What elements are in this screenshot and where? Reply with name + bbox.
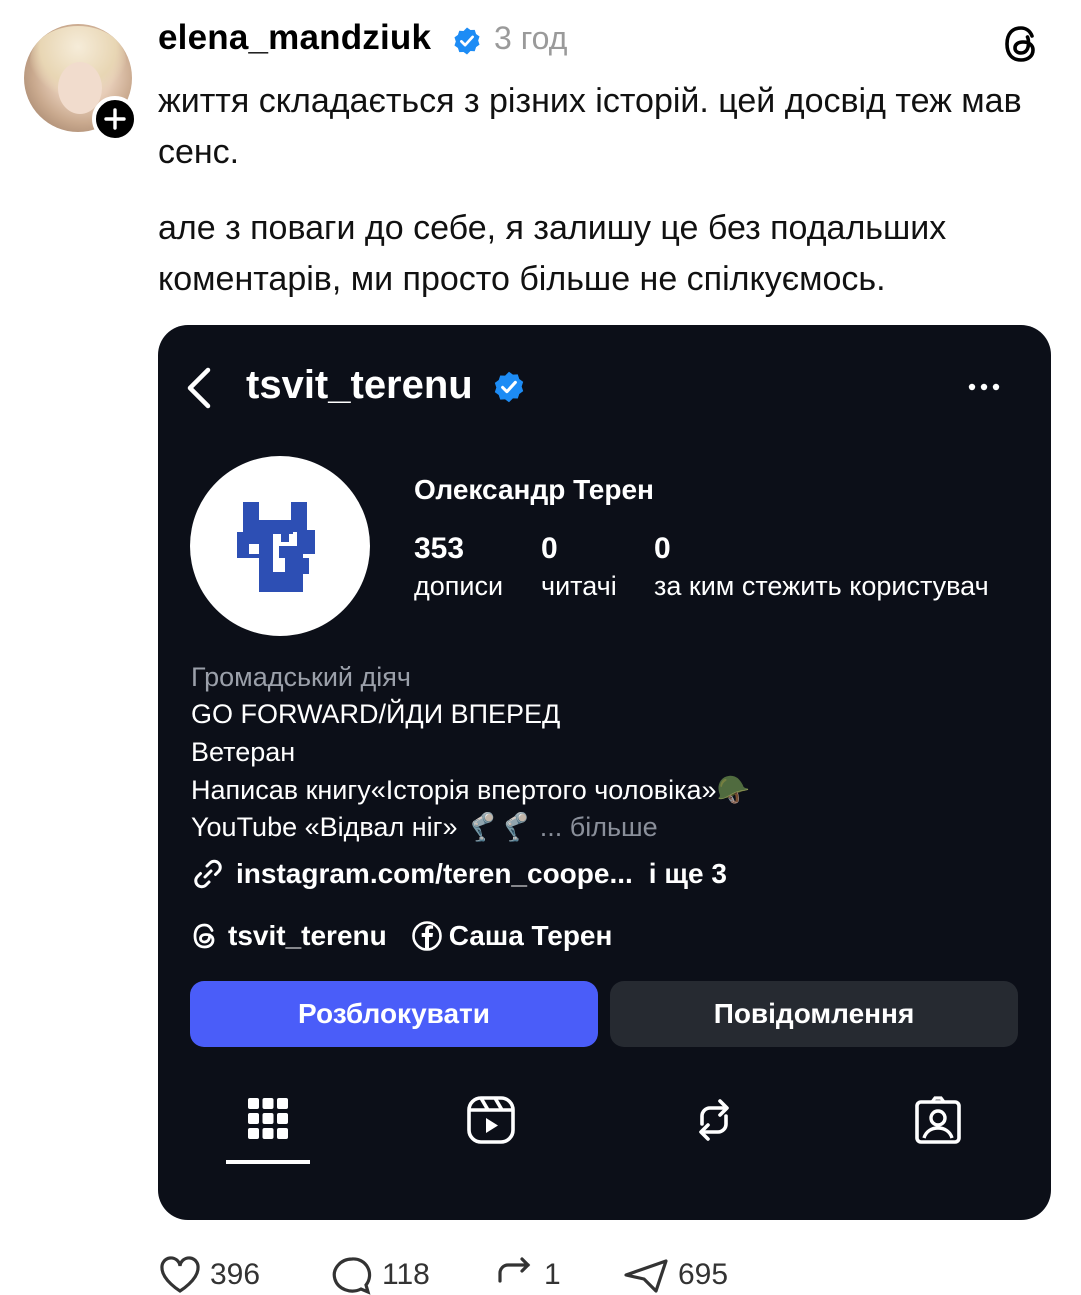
like-count: 396 xyxy=(210,1258,261,1291)
back-chevron-icon xyxy=(187,367,211,409)
profile-link-text: instagram.com/teren_coope... xyxy=(236,858,633,889)
send-icon xyxy=(624,1259,668,1293)
stat-followers-label: читачі xyxy=(541,571,617,601)
threads-handle: tsvit_terenu xyxy=(228,920,387,951)
bio-line-last: YouTube «Відвал ніг» 🦿🦿 ... більше xyxy=(191,811,658,843)
facebook-icon xyxy=(411,921,442,951)
facebook-name: Саша Терен xyxy=(448,920,613,951)
stat-posts-value: 353 xyxy=(414,532,465,565)
active-tab-indicator xyxy=(226,1160,310,1164)
profile-handle: tsvit_terenu xyxy=(246,363,473,407)
repost-count: 1 xyxy=(544,1258,561,1291)
reels-icon xyxy=(467,1096,515,1144)
threads-logo-icon[interactable] xyxy=(1000,22,1044,66)
stat-posts-label: дописи xyxy=(414,571,504,601)
profile-category: Громадський діяч xyxy=(191,662,411,692)
bio-line: Написав книгу«Історія впертого чоловіка»… xyxy=(191,775,751,805)
social-links-row: tsvit_terenu Саша Терен xyxy=(190,920,612,952)
post-text-paragraph-2: але з поваги до себе, я залишу це без по… xyxy=(158,209,947,298)
threads-icon xyxy=(193,923,215,949)
plus-icon xyxy=(104,108,126,130)
heart-icon xyxy=(160,1256,200,1293)
share-button[interactable]: 695 xyxy=(622,1255,728,1295)
stat-following-label: за ким стежить користувач xyxy=(654,571,989,601)
comment-button[interactable]: 118 xyxy=(330,1255,430,1295)
bio-line: YouTube «Відвал ніг» 🦿🦿 xyxy=(191,812,533,842)
reposts-icon xyxy=(699,1099,729,1141)
bio-line: Ветеран xyxy=(191,737,296,767)
tagged-icon xyxy=(915,1096,961,1144)
bio-more-link: ... більше xyxy=(539,812,658,842)
post-text-paragraph-1: життя складається з різних історій. цей … xyxy=(158,82,1022,171)
message-button: Повідомлення xyxy=(610,981,1018,1047)
post-timestamp: 3 год xyxy=(494,20,568,56)
comment-count: 118 xyxy=(382,1258,430,1291)
like-button[interactable]: 396 xyxy=(158,1255,260,1295)
link-icon xyxy=(194,859,222,889)
profile-link-row: instagram.com/teren_coope... і ще 3 xyxy=(190,856,727,892)
follow-plus-button[interactable] xyxy=(92,96,138,142)
unblock-button: Розблокувати xyxy=(190,981,598,1047)
bio-line: GO FORWARD/ЙДИ ВПЕРЕД xyxy=(191,699,561,729)
repost-button[interactable]: 1 xyxy=(492,1255,561,1295)
grid-icon xyxy=(248,1098,288,1139)
profile-link-more: і ще 3 xyxy=(648,858,727,889)
comment-icon xyxy=(332,1257,372,1295)
verified-badge-icon xyxy=(454,27,480,55)
stat-following-value: 0 xyxy=(654,532,671,565)
verified-badge-icon xyxy=(494,371,524,403)
more-options-icon xyxy=(968,383,1000,391)
profile-full-name: Олександр Терен xyxy=(414,474,654,505)
profile-logo-icon xyxy=(237,502,315,592)
profile-picture xyxy=(190,456,370,636)
share-count: 695 xyxy=(678,1258,729,1291)
author-username[interactable]: elena_mandziuk xyxy=(158,18,431,58)
stat-followers-value: 0 xyxy=(541,532,558,565)
repost-icon xyxy=(498,1257,531,1283)
